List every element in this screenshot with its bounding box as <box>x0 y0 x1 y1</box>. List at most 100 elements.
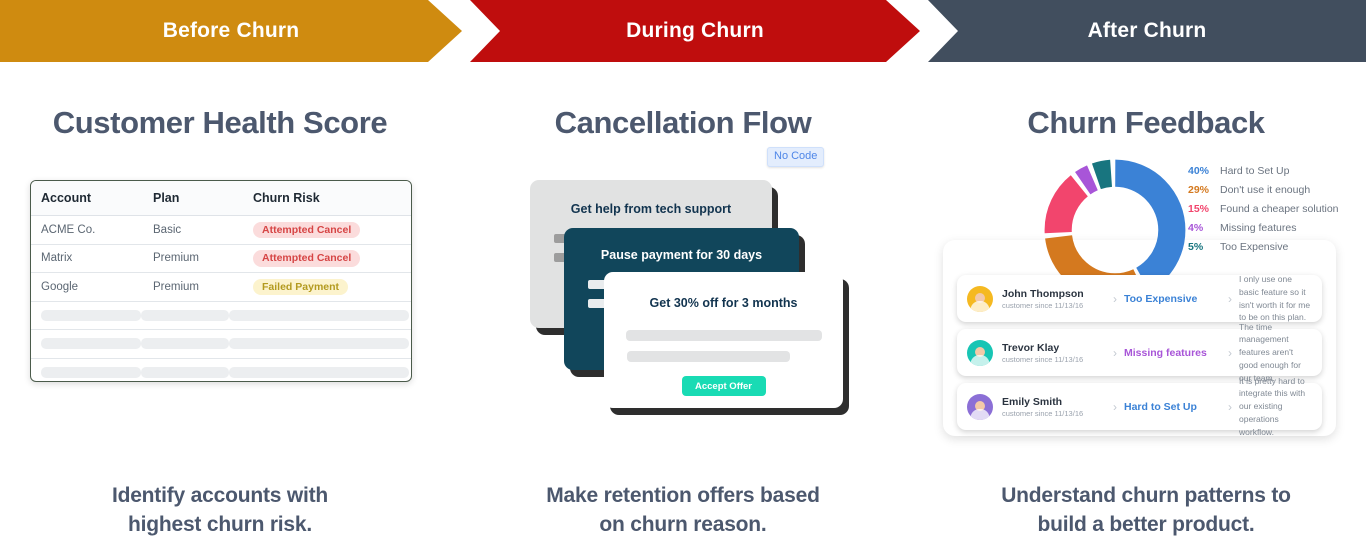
cell-plan: Basic <box>153 223 182 236</box>
offer-card-discount[interactable]: Get 30% off for 3 months Accept Offer <box>604 272 843 408</box>
cell-churn-risk: Failed Payment <box>253 278 401 295</box>
legend-percent: 5% <box>1188 240 1204 253</box>
feedback-list-item[interactable]: John Thompson customer since 11/13/16 › … <box>957 274 1322 323</box>
feedback-customer: John Thompson customer since 11/13/16 <box>1002 288 1106 310</box>
column-caption: Identify accounts with highest churn ris… <box>0 482 440 539</box>
skeleton-cell <box>229 367 409 379</box>
caption-line-2: highest churn risk. <box>127 512 313 536</box>
caption-line-2: build a better product. <box>1037 512 1255 536</box>
avatar-body <box>970 300 990 312</box>
feedback-list-item[interactable]: Trevor Klay customer since 11/13/16 › Mi… <box>957 322 1322 383</box>
stage-during-churn[interactable]: During Churn <box>470 0 920 62</box>
column-caption: Understand churn patterns to build a bet… <box>926 482 1366 539</box>
legend-percent: 15% <box>1188 202 1210 215</box>
offer-card-placeholder-lines <box>604 330 843 362</box>
table-row[interactable]: Google Premium Failed Payment <box>31 273 411 302</box>
customer-name: Emily Smith <box>1002 395 1063 408</box>
cell-account: Google <box>41 280 79 293</box>
chevron-right-icon: › <box>1113 291 1117 306</box>
column-header-churn-risk: Churn Risk <box>253 191 320 205</box>
cell-account: Matrix <box>41 252 73 265</box>
caption-line-1: Make retention offers based <box>546 484 820 508</box>
feedback-customer: Trevor Klay customer since 11/13/16 <box>1002 342 1106 364</box>
status-badge: Failed Payment <box>253 278 349 295</box>
churn-reason-donut-chart: 40% Hard to Set Up 29% Don't use it enou… <box>1040 155 1340 301</box>
stage-label: During Churn <box>626 19 764 42</box>
no-code-badge: No Code <box>767 147 825 167</box>
legend-item: 40% Hard to Set Up <box>1188 161 1339 180</box>
column-caption: Make retention offers based on churn rea… <box>440 482 926 539</box>
accept-offer-button[interactable]: Accept Offer <box>681 376 766 396</box>
feedback-quote: It is pretty hard to integrate this with… <box>1239 375 1306 437</box>
customer-since: customer since 11/13/16 <box>1002 300 1084 310</box>
stage-before-churn[interactable]: Before Churn <box>0 0 462 62</box>
stage-banner: Before Churn During Churn After Churn <box>0 0 1366 62</box>
cell-churn-risk: Attempted Cancel <box>253 221 401 238</box>
avatar <box>967 393 993 420</box>
column-customer-health-score: Customer Health Score Account Plan Churn… <box>0 62 440 549</box>
donut-segment <box>1044 159 1186 301</box>
avatar <box>967 285 993 312</box>
caption-line-1: Identify accounts with <box>111 484 329 508</box>
column-heading: Churn Feedback <box>1027 105 1265 140</box>
placeholder-line <box>625 330 822 341</box>
legend-label: Hard to Set Up <box>1220 164 1290 177</box>
legend-percent: 29% <box>1188 183 1210 196</box>
legend-percent: 4% <box>1188 221 1204 234</box>
avatar-body <box>970 408 990 420</box>
churn-reason: Hard to Set Up <box>1124 400 1197 413</box>
legend-percent: 40% <box>1188 164 1210 177</box>
status-badge: Attempted Cancel <box>253 221 361 238</box>
churn-reason: Too Expensive <box>1124 292 1198 305</box>
stage-label: After Churn <box>1087 19 1207 42</box>
legend-label: Missing features <box>1220 221 1297 234</box>
feedback-quote: I only use one basic feature so it isn't… <box>1239 274 1311 323</box>
offer-card-title: Get 30% off for 3 months <box>649 296 798 310</box>
customer-since: customer since 11/13/16 <box>1002 354 1084 364</box>
stage-label: Before Churn <box>162 19 300 42</box>
column-header-account: Account <box>41 191 91 205</box>
legend-item: 5% Too Expensive <box>1188 237 1339 256</box>
legend-item: 29% Don't use it enough <box>1188 180 1339 199</box>
table-row[interactable]: ACME Co. Basic Attempted Cancel <box>31 216 411 245</box>
cell-plan: Premium <box>153 280 200 293</box>
churn-lifecycle-infographic: Before Churn During Churn After Churn Cu… <box>0 0 1366 549</box>
churn-reason: Missing features <box>1124 346 1207 359</box>
customer-name: Trevor Klay <box>1002 341 1060 354</box>
offer-card-title: Get help from tech support <box>570 202 732 216</box>
skeleton-cell <box>41 309 141 321</box>
table-row-placeholder <box>31 359 411 382</box>
chevron-right-icon: › <box>1228 399 1232 414</box>
status-badge: Attempted Cancel <box>253 250 361 267</box>
placeholder-line <box>627 351 790 362</box>
caption-line-1: Understand churn patterns to <box>1001 484 1291 508</box>
chevron-right-icon: › <box>1228 345 1232 360</box>
feedback-customer: Emily Smith customer since 11/13/16 <box>1002 396 1106 418</box>
column-heading: Customer Health Score <box>52 105 388 140</box>
column-heading: Cancellation Flow <box>554 105 812 140</box>
customer-since: customer since 11/13/16 <box>1002 408 1084 418</box>
chevron-right-icon: › <box>1113 345 1117 360</box>
skeleton-cell <box>141 309 229 321</box>
chevron-right-icon: › <box>1113 399 1117 414</box>
cell-churn-risk: Attempted Cancel <box>253 250 401 267</box>
offer-card-title: Pause payment for 30 days <box>600 248 763 262</box>
stage-after-churn[interactable]: After Churn <box>928 0 1366 62</box>
skeleton-cell <box>41 367 141 379</box>
skeleton-cell <box>229 309 409 321</box>
skeleton-cell <box>141 367 229 379</box>
cell-account: ACME Co. <box>41 223 96 236</box>
table-row[interactable]: Matrix Premium Attempted Cancel <box>31 245 411 273</box>
table-row-placeholder <box>31 302 411 330</box>
table-header-row: Account Plan Churn Risk <box>31 181 411 216</box>
skeleton-cell <box>41 338 141 350</box>
chevron-right-icon: › <box>1228 291 1232 306</box>
legend-item: 15% Found a cheaper solution <box>1188 199 1339 218</box>
column-header-plan: Plan <box>153 191 180 205</box>
legend-item: 4% Missing features <box>1188 218 1339 237</box>
avatar <box>967 339 993 366</box>
skeleton-cell <box>141 338 229 350</box>
feedback-list-item[interactable]: Emily Smith customer since 11/13/16 › Ha… <box>957 376 1322 437</box>
legend-label: Don't use it enough <box>1220 183 1311 196</box>
table-row-placeholder <box>31 330 411 359</box>
